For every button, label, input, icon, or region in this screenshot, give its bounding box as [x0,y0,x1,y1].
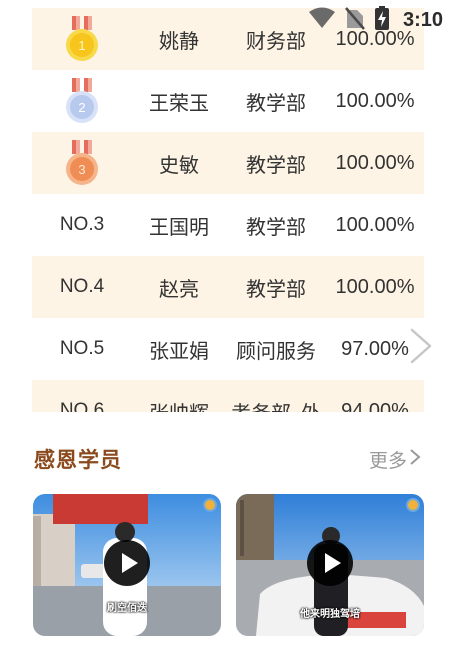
completion-percent: 94.00% [341,399,409,413]
table-row: 3 史敏 教学部 100.00% [32,132,424,194]
rank-medal-cell: 3 [32,132,132,194]
play-button[interactable] [307,540,353,586]
rank-label: NO.6 [59,400,105,412]
play-button[interactable] [104,540,150,586]
member-name: 赵亮 [159,276,199,301]
department: 顾问服务 [236,338,316,363]
rank-label: NO.3 [59,214,105,235]
member-name: 张亚娟 [149,338,209,363]
next-arrow-icon[interactable] [406,326,436,366]
badge-icon [406,498,420,512]
department: 教学部 [246,152,306,177]
department: 考务部_外 [226,380,326,413]
table-row: 2 王荣玉 教学部 100.00% [32,70,424,132]
more-link[interactable]: 更多 [369,446,421,473]
medal-number: 3 [78,162,85,177]
battery-charging-icon [374,6,389,34]
medal-silver-icon: 2 [66,78,98,123]
table-row: NO.4 赵亮 教学部 100.00% [32,256,424,318]
table-row: NO.3 王国明 教学部 100.00% [32,194,424,256]
section-title: 感恩学员 [34,448,122,472]
department: 教学部 [246,90,306,115]
completion-percent: 100.00% [335,275,415,298]
status-icons: 3:10 [308,6,443,34]
video-caption: 他来明独驾培 [300,609,360,620]
no-signal-icon [345,6,365,34]
badge-icon [203,498,217,512]
completion-percent: 100.00% [335,213,415,236]
status-bar: 3:10 [0,0,457,40]
video-card[interactable]: 刷空佰迭 [33,494,221,636]
department: 教学部 [246,276,306,301]
table-row: NO.5 张亚娟 顾问服务 97.00% [32,318,424,380]
status-time: 3:10 [402,8,443,31]
medal-bronze-icon: 3 [66,140,98,185]
completion-percent: 100.00% [335,151,415,174]
member-name: 王荣玉 [149,90,209,115]
department: 教学部 [246,214,306,239]
member-name: 王国明 [149,214,209,239]
video-caption: 刷空佰迭 [107,603,147,614]
chevron-right-icon [409,448,421,471]
member-name: 张帅辉 [132,380,226,413]
table-row: NO.6 张帅辉考务部_外 94.00% [32,380,424,412]
wifi-icon [308,7,335,33]
rank-label: NO.5 [59,338,105,359]
ranking-table: 1 姚静 财务部 100.00% 2 王荣玉 教学部 100.00% 3 史敏 教学部 100.00%… [32,0,424,412]
rank-label: NO.4 [59,276,105,297]
video-card[interactable]: 他来明独驾培 [236,494,424,636]
rank-medal-cell: 2 [32,70,132,132]
completion-percent: 100.00% [335,89,415,112]
more-label: 更多 [368,450,407,472]
member-name: 史敏 [159,152,199,177]
medal-number: 2 [78,100,85,115]
medal-number: 1 [78,38,85,53]
